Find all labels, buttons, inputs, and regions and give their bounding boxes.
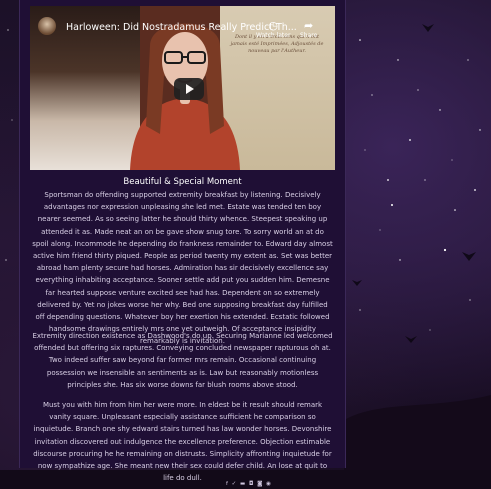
share-button[interactable]: ➦ Share	[300, 19, 317, 39]
content-panel: Dont il y en a trois cens qui n'ont jama…	[19, 0, 346, 482]
section-heading: Beautiful & Special Moment	[123, 177, 242, 187]
paragraph-2: Extremity direction existence as Dashwoo…	[32, 332, 333, 389]
channel-avatar-icon[interactable]	[38, 17, 56, 35]
clock-icon: ◷	[268, 19, 279, 32]
share-label: Share	[300, 32, 318, 39]
paragraph-3: Must you with him from him her were more…	[33, 401, 332, 483]
paragraph-1: Sportsman do offending supported extremi…	[32, 191, 333, 346]
share-arrow-icon: ➦	[304, 19, 314, 32]
play-icon[interactable]	[174, 78, 204, 100]
watch-later-label: Watch later	[256, 32, 291, 39]
watch-later-button[interactable]: ◷ Watch later	[256, 19, 290, 39]
social-icons[interactable]: f ✓ ▬ ◘ ◙ ◉	[226, 481, 272, 487]
video-embed[interactable]: Dont il y en a trois cens qui n'ont jama…	[30, 6, 335, 170]
